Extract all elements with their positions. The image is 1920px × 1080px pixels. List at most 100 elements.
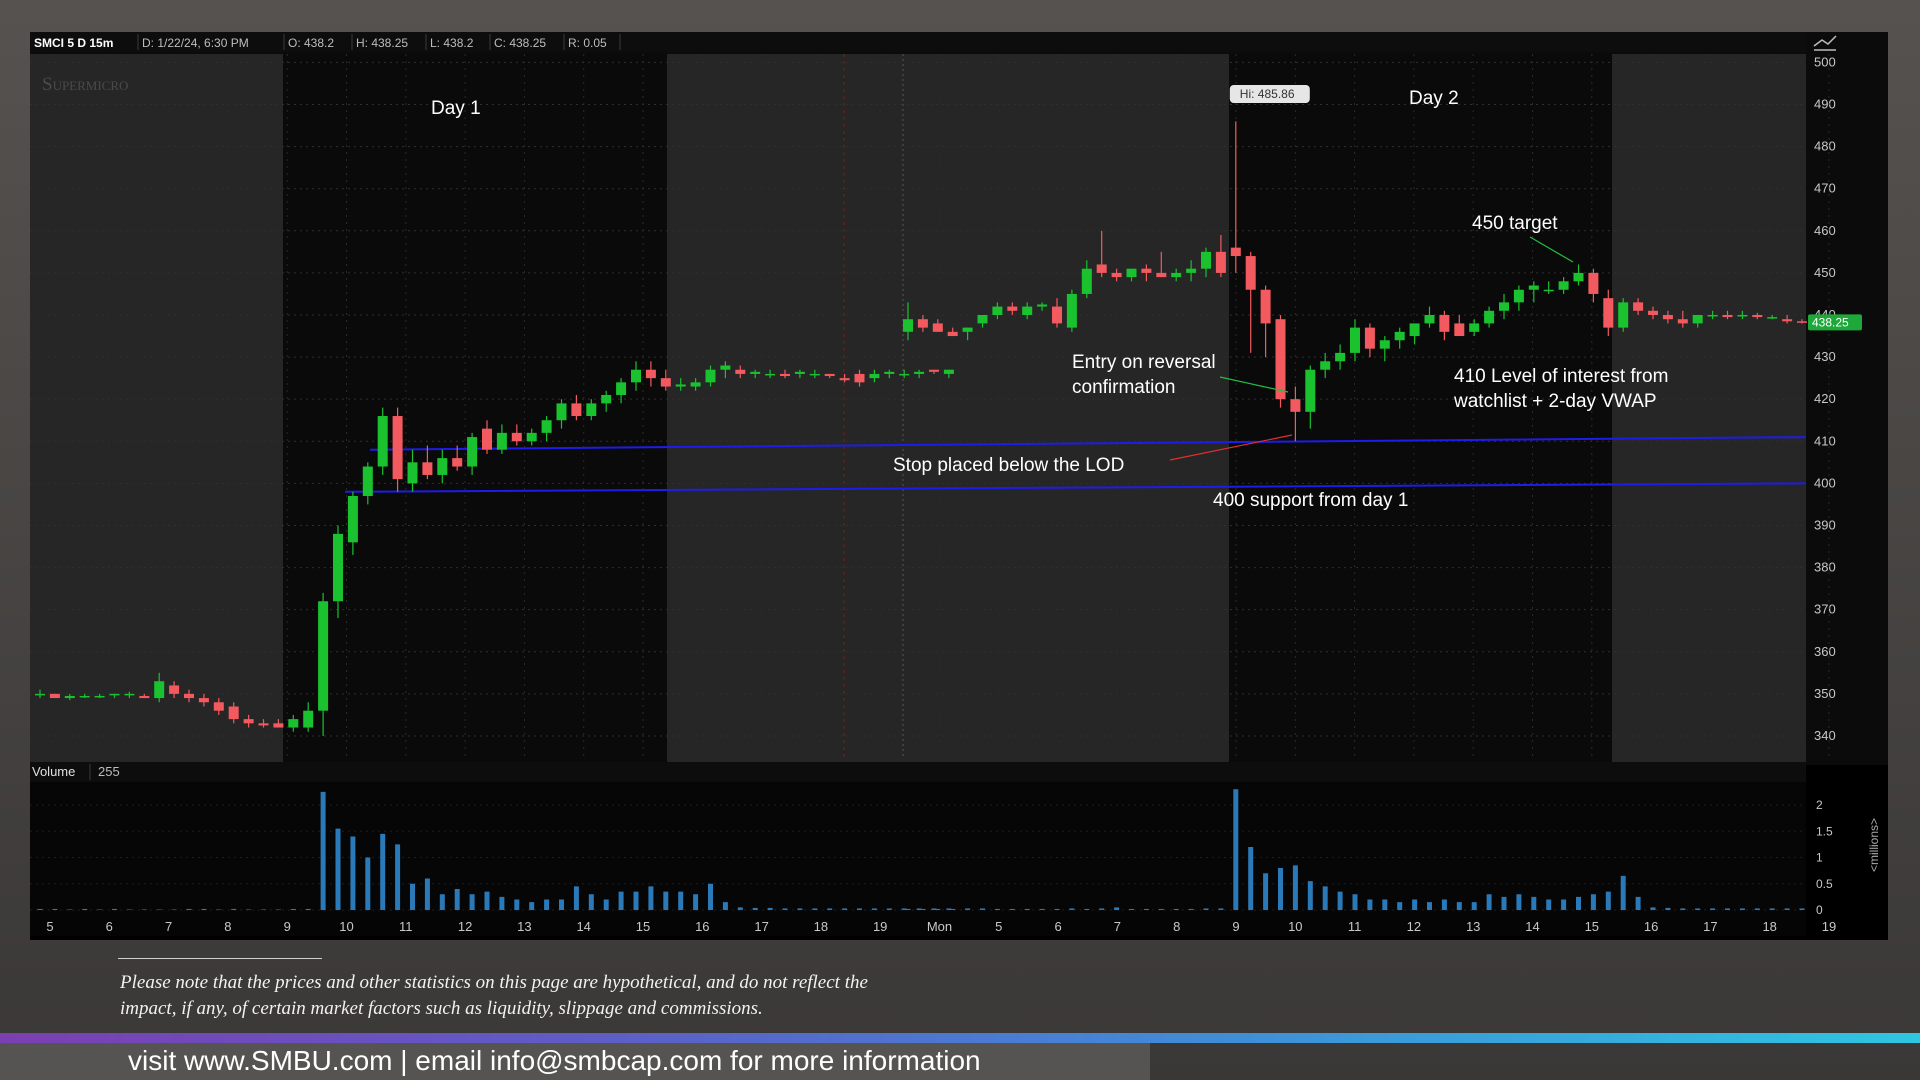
high-tag-label: Hi: 485.86 xyxy=(1240,87,1295,101)
day2-volume-bar xyxy=(1218,908,1224,910)
day2-volume-bar xyxy=(1695,908,1701,910)
symbol-label: SMCI 5 D 15m xyxy=(34,36,113,50)
annotation-entry-line2: confirmation xyxy=(1072,377,1176,398)
chart-panel[interactable]: 3403503603703803904004104204304404504604… xyxy=(30,32,1888,940)
day1-candle-body xyxy=(601,394,612,404)
day2-candle-body xyxy=(1603,298,1614,328)
day2-volume-bar xyxy=(1531,896,1537,910)
day1-volume-bar xyxy=(410,883,415,910)
day2-volume-bar xyxy=(1725,908,1730,910)
x-tick-label: 6 xyxy=(1054,919,1061,934)
day1-candle-body xyxy=(303,710,314,728)
day2-candle-body xyxy=(1528,285,1539,290)
day1-volume-bar xyxy=(141,909,147,910)
x-tick-label: 18 xyxy=(1762,919,1776,934)
day1-candle-body xyxy=(571,403,582,417)
day2-candle-body xyxy=(1573,272,1584,282)
footer-text[interactable]: visit www.SMBU.com | email info@smbcap.c… xyxy=(128,1045,981,1077)
day2-volume-bar xyxy=(1099,908,1105,910)
day1-candle-body xyxy=(333,533,343,602)
day1-volume-bar xyxy=(380,833,386,910)
day2-candle-body xyxy=(1409,323,1420,337)
day2-volume-bar xyxy=(1546,899,1552,910)
day1-volume-bar xyxy=(439,894,445,910)
annotation-stop: Stop placed below the LOD xyxy=(893,455,1124,476)
day1-volume-bar xyxy=(588,894,594,910)
day1-candle-body xyxy=(273,723,284,728)
day2-volume-bar xyxy=(1352,894,1358,910)
x-tick-label: 11 xyxy=(399,919,413,934)
day1-volume-bar xyxy=(305,908,311,910)
day2-volume-bar xyxy=(1441,899,1447,910)
x-tick-label: 17 xyxy=(754,919,768,934)
y-tick-label: 500 xyxy=(1814,54,1836,69)
day2-volume-bar xyxy=(1397,902,1403,910)
day2-candle-body xyxy=(1111,272,1122,278)
day2-candle-body xyxy=(1141,268,1152,273)
premarket-shade-day1 xyxy=(30,54,283,765)
day1-volume-bar xyxy=(290,908,296,910)
day1-candle-body xyxy=(511,432,522,442)
day1-candle-body xyxy=(35,693,45,696)
day2-candle-body xyxy=(1499,302,1509,311)
day2-volume-bar xyxy=(1173,908,1179,910)
day1-candle-body xyxy=(452,458,463,467)
volume-tick-label: 1.5 xyxy=(1816,824,1833,838)
day2-volume-bar xyxy=(1680,908,1686,910)
day1-volume-bar xyxy=(782,908,788,910)
day2-volume-bar xyxy=(1471,902,1477,910)
day1-candle-body xyxy=(616,382,627,395)
day1-candle-body xyxy=(422,462,433,475)
volume-tick-label: 2 xyxy=(1816,798,1823,812)
day1-candle-body xyxy=(109,693,120,696)
volume-value: 255 xyxy=(98,764,120,779)
disclaimer-rule xyxy=(118,958,322,959)
day2-volume-bar xyxy=(1069,908,1075,910)
day2-volume-bar xyxy=(1769,908,1775,910)
day2-volume-bar xyxy=(994,908,1000,910)
day2-candle-body xyxy=(1052,306,1062,324)
day1-volume-bar xyxy=(871,908,877,910)
day1-volume-bar xyxy=(395,844,401,910)
day1-candle-body xyxy=(124,693,135,696)
day2-volume-bar xyxy=(1665,907,1671,910)
day1-volume-bar xyxy=(514,899,520,910)
low-label: L: 438.2 xyxy=(430,36,474,50)
day1-volume-bar xyxy=(797,908,803,910)
y-tick-label: 420 xyxy=(1814,391,1836,406)
day2-candle-body xyxy=(1066,293,1077,328)
day1-candle-body xyxy=(809,373,820,376)
day1-volume-bar xyxy=(82,908,88,910)
day1-volume-bar xyxy=(573,886,579,910)
day2-candle-body xyxy=(903,319,913,332)
day2-volume-bar xyxy=(920,908,926,910)
day2-volume-bar xyxy=(1337,891,1343,910)
day2-volume-bar xyxy=(950,908,956,910)
day2-volume-bar xyxy=(935,908,941,910)
day1-volume-bar xyxy=(216,909,222,910)
day1-candle-body xyxy=(556,403,567,421)
day2-candle-body xyxy=(1752,314,1763,318)
day2-volume-bar xyxy=(1754,908,1760,910)
day1-volume-bar xyxy=(678,891,684,910)
annotation-day1: Day 1 xyxy=(431,98,481,119)
day2-volume-bar xyxy=(1039,908,1045,910)
price-chart[interactable]: 3403503603703803904004104204304404504604… xyxy=(30,32,1888,940)
y-tick-label: 370 xyxy=(1814,602,1836,617)
regular-session-day1 xyxy=(283,54,667,765)
day1-volume-bar xyxy=(603,899,609,910)
x-tick-label: 5 xyxy=(995,919,1002,934)
day2-candle-body xyxy=(1037,304,1048,307)
day2-candle-body xyxy=(1201,251,1211,269)
day2-candle-body xyxy=(1394,331,1405,341)
day2-candle-body xyxy=(1379,340,1390,349)
day2-candle-body xyxy=(1156,272,1167,278)
day1-volume-bar xyxy=(827,908,833,910)
day1-candle-body xyxy=(794,371,805,374)
day2-candle-body xyxy=(1782,319,1793,322)
day1-candle-body xyxy=(198,698,209,703)
day2-volume-bar xyxy=(1009,908,1015,910)
x-tick-label: 15 xyxy=(636,919,650,934)
day2-volume-bar xyxy=(1278,868,1283,910)
day1-volume-bar xyxy=(171,909,177,910)
